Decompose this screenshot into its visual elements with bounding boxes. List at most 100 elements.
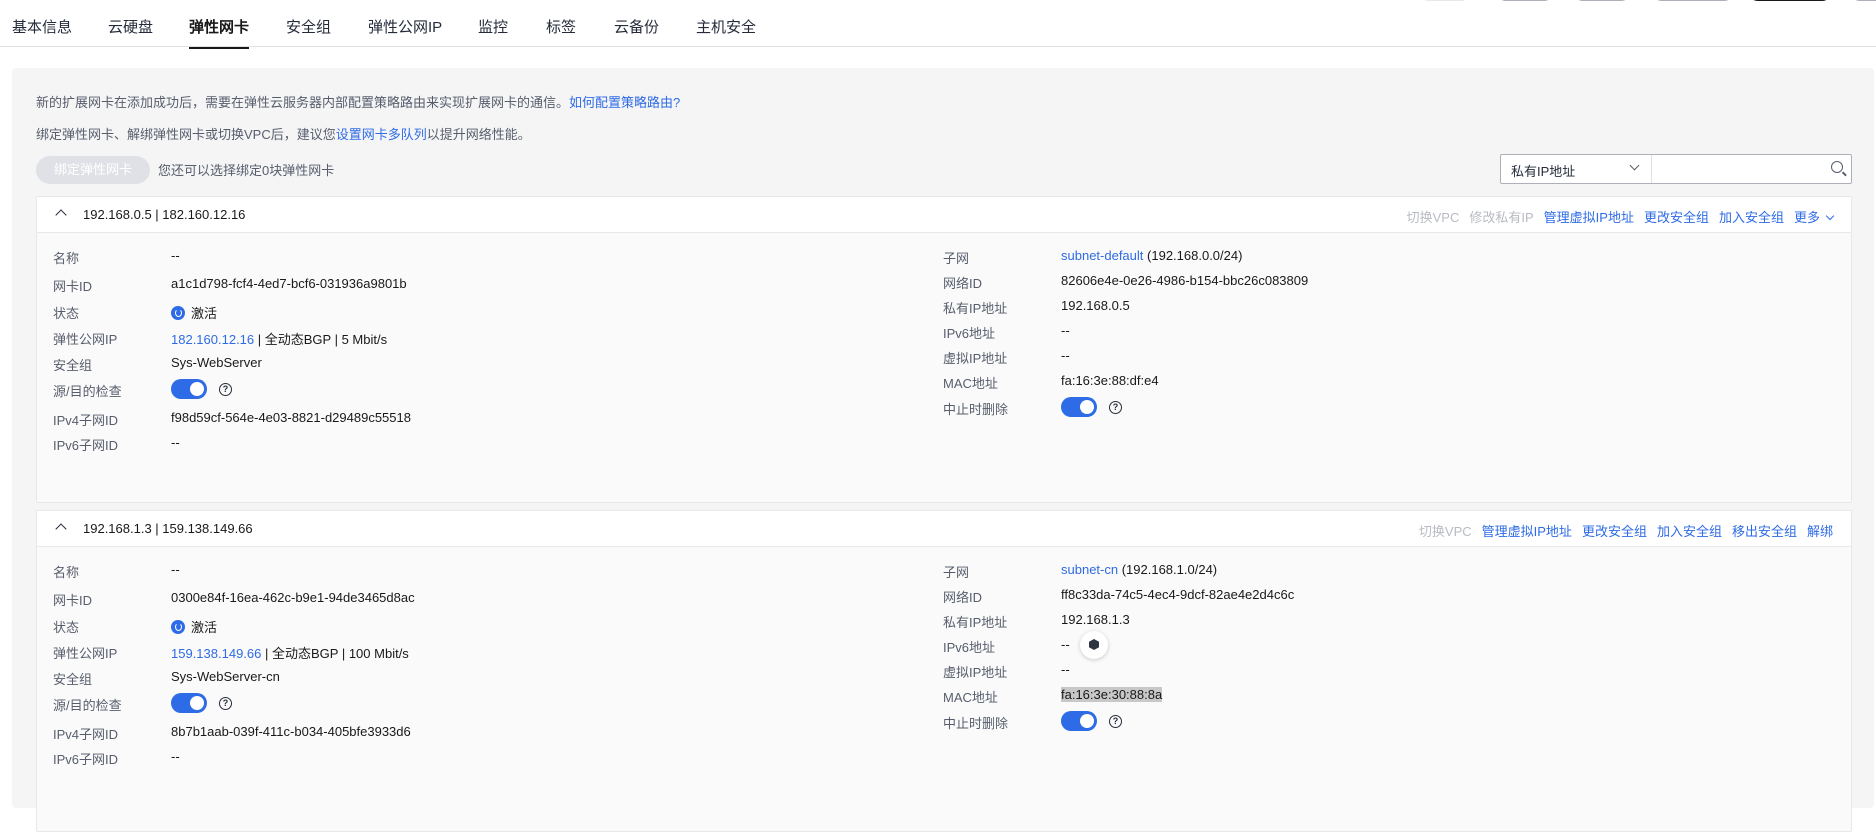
field-label: 安全组 bbox=[53, 672, 93, 687]
eip-bandwidth: 5 Mbit/s bbox=[341, 332, 388, 347]
nic-panel: 新的扩展网卡在添加成功后，需要在弹性云服务器内部配置策略路由来实现扩展网卡的通信… bbox=[12, 68, 1874, 832]
subnet-link[interactable]: subnet-default bbox=[1061, 248, 1143, 263]
subnet-link[interactable]: subnet-cn bbox=[1061, 562, 1118, 577]
help-icon[interactable]: ? bbox=[1109, 400, 1122, 414]
manage-virtual-ip-action[interactable]: 管理虚拟IP地址 bbox=[1544, 207, 1634, 226]
change-security-group-action[interactable]: 更改安全组 bbox=[1644, 207, 1709, 226]
tab-evs[interactable]: 云硬盘 bbox=[108, 16, 153, 37]
eip-link[interactable]: 182.160.12.16 bbox=[171, 332, 254, 347]
search-box: 私有IP地址 bbox=[1500, 154, 1852, 184]
tab-eip[interactable]: 弹性公网IP bbox=[368, 16, 442, 37]
remove-security-group-action[interactable]: 移出安全组 bbox=[1732, 521, 1797, 540]
tip-policy-route: 新的扩展网卡在添加成功后，需要在弹性云服务器内部配置策略路由来实现扩展网卡的通信… bbox=[36, 92, 680, 111]
help-icon[interactable]: ? bbox=[219, 696, 232, 710]
change-security-group-action[interactable]: 更改安全组 bbox=[1582, 521, 1647, 540]
tip-multi-queue: 绑定弹性网卡、解绑弹性网卡或切换VPC后，建议您设置网卡多队列以提升网络性能。 bbox=[36, 124, 531, 143]
nic-card-title: 192.168.1.3 | 159.138.149.66 bbox=[83, 521, 253, 536]
field-label: 网络ID bbox=[943, 276, 983, 291]
field-value: -- bbox=[1061, 323, 1070, 338]
field-label: 状态 bbox=[53, 306, 80, 321]
switch-vpc-action[interactable]: 切换VPC bbox=[1419, 521, 1472, 540]
field-value: -- bbox=[171, 749, 180, 764]
chevron-up-icon[interactable] bbox=[55, 523, 67, 535]
unbind-action[interactable]: 解绑 bbox=[1807, 521, 1833, 540]
field-label: 私有IP地址 bbox=[943, 301, 1008, 316]
field-label: 网络ID bbox=[943, 590, 983, 605]
assistant-icon[interactable] bbox=[1080, 631, 1108, 659]
subnet-cidr: (192.168.0.0/24) bbox=[1147, 248, 1243, 263]
nic-card-header[interactable]: 192.168.0.5 | 182.160.12.16 切换VPC 修改私有IP… bbox=[37, 197, 1851, 233]
tip-text: 绑定弹性网卡、解绑弹性网卡或切换VPC后，建议您 bbox=[36, 127, 336, 142]
tab-elastic-nic[interactable]: 弹性网卡 bbox=[189, 16, 250, 49]
eip-link[interactable]: 159.138.149.66 bbox=[171, 646, 261, 661]
status-active-icon bbox=[171, 306, 185, 320]
security-group-link[interactable]: Sys-WebServer bbox=[171, 355, 262, 370]
eip-type: | 全动态BGP | bbox=[265, 646, 346, 661]
field-label: 网卡ID bbox=[53, 279, 93, 294]
field-value: ? bbox=[1061, 711, 1122, 731]
field-value: 82606e4e-0e26-4986-b154-bbc26c083809 bbox=[1061, 273, 1309, 288]
field-label: IPv6地址 bbox=[943, 640, 996, 655]
modify-private-ip-action[interactable]: 修改私有IP bbox=[1469, 207, 1533, 226]
nic-card-header[interactable]: 192.168.1.3 | 159.138.149.66 切换VPC 管理虚拟I… bbox=[37, 511, 1851, 547]
nic-actions: 切换VPC 管理虚拟IP地址 更改安全组 加入安全组 移出安全组 解绑 bbox=[1419, 521, 1833, 540]
delete-on-termination-toggle[interactable] bbox=[1061, 711, 1097, 731]
tab-cbr[interactable]: 云备份 bbox=[614, 16, 659, 37]
field-label: 弹性公网IP bbox=[53, 332, 118, 347]
field-label: 中止时删除 bbox=[943, 716, 1009, 731]
field-value: fa:16:3e:88:df:e4 bbox=[1061, 373, 1159, 388]
nic-card-title: 192.168.0.5 | 182.160.12.16 bbox=[83, 207, 246, 222]
chevron-up-icon[interactable] bbox=[55, 209, 67, 221]
tab-tags[interactable]: 标签 bbox=[546, 16, 576, 37]
help-icon[interactable]: ? bbox=[219, 382, 232, 396]
field-label: 子网 bbox=[943, 565, 970, 580]
status-active-icon bbox=[171, 620, 185, 634]
tip-text: 以提升网络性能。 bbox=[426, 127, 531, 142]
tab-monitoring[interactable]: 监控 bbox=[478, 16, 508, 37]
field-label: 私有IP地址 bbox=[943, 615, 1008, 630]
search-input[interactable] bbox=[1653, 156, 1817, 182]
field-value: 0300e84f-16ea-462c-b9e1-94de3465d8ac bbox=[171, 590, 415, 605]
tab-hss[interactable]: 主机安全 bbox=[696, 16, 756, 37]
more-actions-dropdown[interactable]: 更多 bbox=[1794, 207, 1833, 226]
field-value: a1c1d798-fcf4-4ed7-bcf6-031936a9801b bbox=[171, 276, 407, 291]
subnet-cidr: (192.168.1.0/24) bbox=[1121, 562, 1218, 577]
multi-queue-link[interactable]: 设置网卡多队列 bbox=[336, 127, 427, 142]
switch-vpc-action[interactable]: 切换VPC bbox=[1407, 207, 1460, 226]
field-value: -- bbox=[171, 562, 180, 577]
field-value: f98d59cf-564e-4e03-8821-d29489c55518 bbox=[171, 410, 411, 425]
field-label: IPv4子网ID bbox=[53, 413, 119, 428]
field-label: 安全组 bbox=[53, 358, 93, 373]
add-security-group-action[interactable]: 加入安全组 bbox=[1719, 207, 1784, 226]
field-label: 名称 bbox=[53, 565, 80, 580]
delete-on-termination-toggle[interactable] bbox=[1061, 397, 1097, 417]
field-value: 激活 bbox=[171, 617, 217, 636]
bind-nic-button[interactable]: 绑定弹性网卡 bbox=[36, 156, 150, 184]
status-text: 激活 bbox=[191, 620, 218, 635]
chevron-down-icon bbox=[1629, 160, 1640, 171]
field-value: 8b7b1aab-039f-411c-b034-405bfe3933d6 bbox=[171, 724, 411, 739]
field-label: MAC地址 bbox=[943, 690, 998, 705]
field-label: IPv4子网ID bbox=[53, 727, 119, 742]
field-value: 激活 bbox=[171, 303, 217, 322]
manage-virtual-ip-action[interactable]: 管理虚拟IP地址 bbox=[1482, 521, 1572, 540]
tab-security-group[interactable]: 安全组 bbox=[286, 16, 331, 37]
src-dst-check-toggle[interactable] bbox=[171, 379, 207, 399]
search-filter-select[interactable]: 私有IP地址 bbox=[1501, 155, 1652, 183]
field-label: 子网 bbox=[943, 251, 970, 266]
field-label: 虚拟IP地址 bbox=[943, 665, 1008, 680]
field-label: 源/目的检查 bbox=[53, 698, 122, 713]
tab-basic-info[interactable]: 基本信息 bbox=[12, 16, 72, 37]
field-label: IPv6子网ID bbox=[53, 438, 119, 453]
search-icon[interactable] bbox=[1831, 161, 1843, 173]
nic-card: 192.168.0.5 | 182.160.12.16 切换VPC 修改私有IP… bbox=[36, 196, 1852, 503]
src-dst-check-toggle[interactable] bbox=[171, 693, 207, 713]
add-security-group-action[interactable]: 加入安全组 bbox=[1657, 521, 1722, 540]
field-label: 弹性公网IP bbox=[53, 646, 118, 661]
security-group-link[interactable]: Sys-WebServer-cn bbox=[171, 669, 280, 684]
status-text: 激活 bbox=[191, 306, 218, 321]
field-value: 192.168.0.5 bbox=[1061, 298, 1130, 313]
field-label: IPv6子网ID bbox=[53, 752, 119, 767]
help-icon[interactable]: ? bbox=[1109, 714, 1122, 728]
policy-route-link[interactable]: 如何配置策略路由? bbox=[569, 95, 680, 110]
